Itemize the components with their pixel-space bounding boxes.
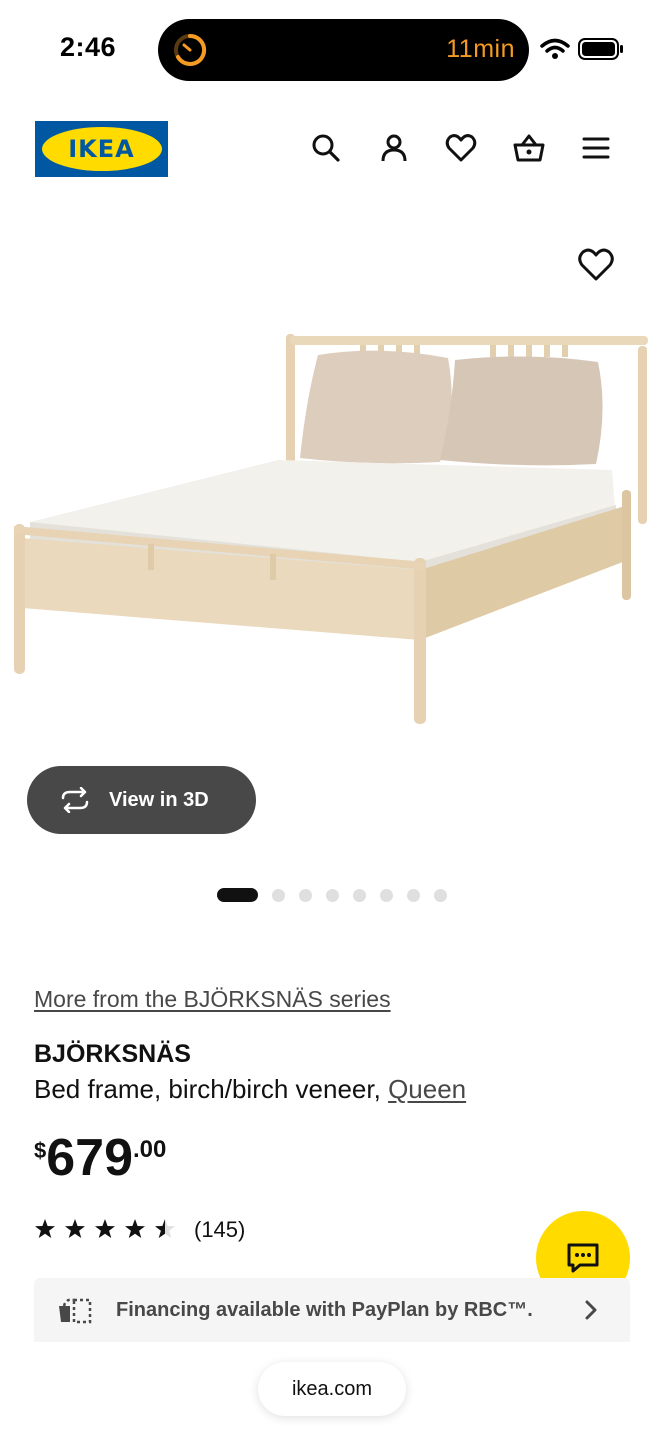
heart-icon: [445, 134, 477, 162]
pager-dot[interactable]: [353, 888, 366, 902]
pager-dot[interactable]: [380, 888, 393, 902]
product-price: $ 679 .00: [34, 1132, 166, 1184]
star-icon: [35, 1219, 55, 1238]
price-integer: 679: [46, 1129, 134, 1187]
view-in-3d-label: View in 3D: [109, 788, 209, 811]
image-pager[interactable]: [217, 888, 461, 902]
chat-icon: [567, 1243, 599, 1273]
pager-dot[interactable]: [217, 888, 258, 902]
size-link[interactable]: Queen: [388, 1074, 466, 1104]
timer-text: 11min: [446, 35, 515, 63]
add-to-favorites-icon[interactable]: [576, 244, 616, 284]
favorites-button[interactable]: [441, 128, 481, 168]
pager-dot[interactable]: [299, 888, 312, 902]
product-description-text: Bed frame, birch/birch veneer,: [34, 1074, 389, 1104]
search-icon: [312, 134, 340, 162]
financing-banner[interactable]: Financing available with PayPlan by RBC™…: [34, 1278, 630, 1342]
star-icon: [125, 1219, 145, 1238]
url-pill[interactable]: ikea.com: [258, 1362, 406, 1416]
series-link[interactable]: More from the BJÖRKSNÄS series: [34, 986, 391, 1013]
review-count[interactable]: (145): [194, 1217, 245, 1243]
logo-oval: IKEA: [41, 127, 162, 171]
dynamic-island[interactable]: 11min: [158, 19, 529, 81]
rotate-3d-icon: [61, 787, 89, 813]
view-in-3d-button[interactable]: View in 3D: [27, 766, 256, 834]
product-image[interactable]: [0, 300, 664, 740]
pager-dot[interactable]: [407, 888, 420, 902]
menu-button[interactable]: [576, 128, 616, 168]
pager-dot[interactable]: [434, 888, 447, 902]
basket-button[interactable]: [509, 128, 549, 168]
battery-icon: [578, 38, 623, 60]
menu-icon: [582, 137, 610, 159]
chevron-right-icon: [585, 1300, 597, 1320]
star-icon: [95, 1219, 115, 1238]
wifi-icon: [540, 38, 570, 59]
pager-dot[interactable]: [272, 888, 285, 902]
price-currency: $: [34, 1138, 47, 1163]
pager-dot[interactable]: [326, 888, 339, 902]
ikea-logo[interactable]: IKEA: [35, 121, 168, 177]
product-name: BJÖRKSNÄS: [34, 1040, 191, 1068]
account-button[interactable]: [374, 128, 414, 168]
logo-text: IKEA: [68, 135, 135, 163]
status-time: 2:46: [60, 32, 117, 62]
price-decimal: .00: [133, 1136, 167, 1163]
rating-stars[interactable]: [34, 1218, 184, 1240]
search-button[interactable]: [306, 128, 346, 168]
timer-icon: [174, 33, 207, 66]
half-star-icon: [155, 1219, 175, 1238]
star-icon: [65, 1219, 85, 1238]
basket-icon: [513, 134, 545, 162]
product-description: Bed frame, birch/birch veneer, Queen: [34, 1074, 466, 1105]
payplan-icon: [59, 1298, 92, 1324]
financing-text: Financing available with PayPlan by RBC™…: [116, 1298, 533, 1321]
account-icon: [381, 134, 407, 162]
